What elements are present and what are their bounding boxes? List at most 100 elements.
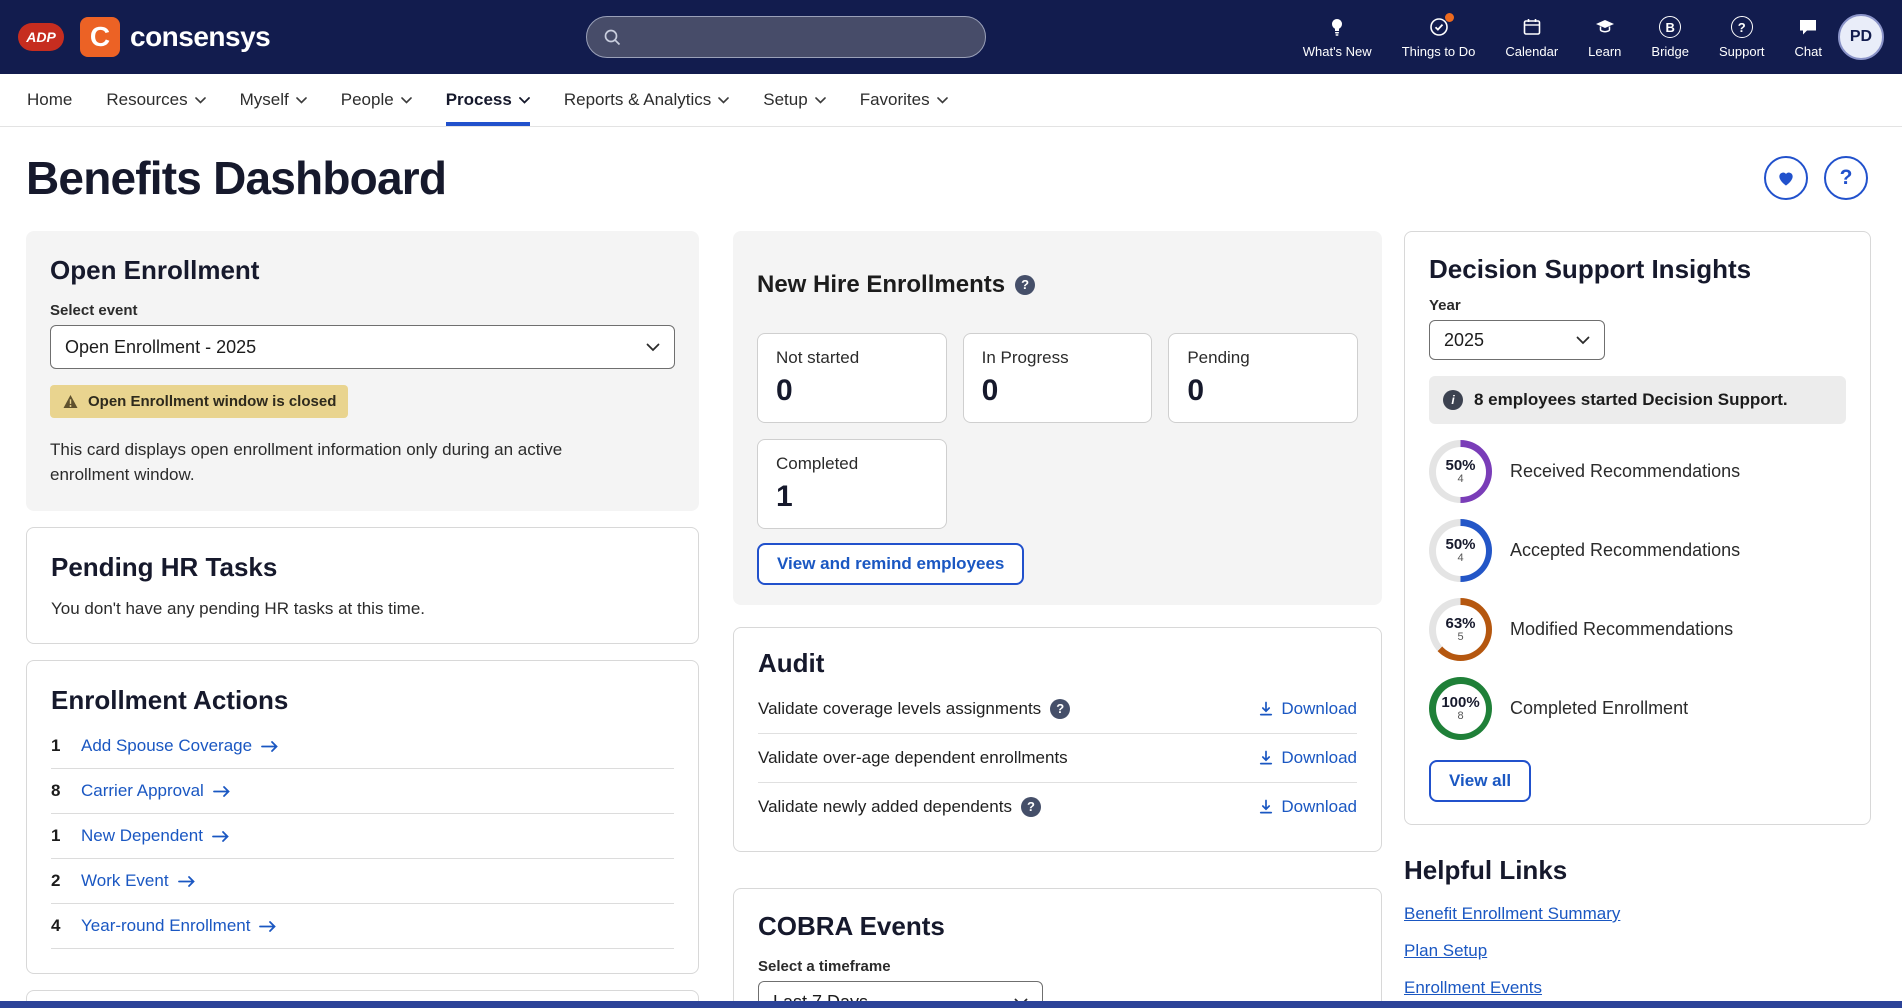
stat-count: 8 [1457, 711, 1463, 723]
progress-ring: 63% 5 [1429, 598, 1492, 661]
progress-ring: 100% 8 [1429, 677, 1492, 740]
enrollment-action-link[interactable]: Carrier Approval [81, 781, 231, 801]
open-enrollment-title: Open Enrollment [50, 255, 675, 286]
search-icon [603, 28, 621, 46]
decision-stat-row: 100% 8 Completed Enrollment [1429, 677, 1846, 740]
open-enrollment-card: Open Enrollment Select event Open Enroll… [26, 231, 699, 511]
download-link[interactable]: Download [1258, 699, 1357, 719]
whats-new-label: What's New [1303, 44, 1372, 59]
calendar-button[interactable]: Calendar [1505, 15, 1558, 59]
brand-area: ADP C consensys [18, 17, 270, 57]
consensys-logo: C consensys [80, 17, 270, 57]
things-to-do-button[interactable]: Things to Do [1402, 15, 1476, 59]
audit-row: Validate over-age dependent enrollments … [758, 734, 1357, 783]
action-count: 4 [51, 916, 81, 936]
footer-bar [0, 1001, 1902, 1008]
year-select[interactable]: 2025 [1429, 320, 1605, 360]
learn-button[interactable]: Learn [1588, 15, 1621, 59]
help-icon[interactable]: ? [1050, 699, 1070, 719]
chevron-down-icon [937, 97, 948, 104]
enrollment-action-link[interactable]: New Dependent [81, 826, 230, 846]
helpful-link[interactable]: Benefit Enrollment Summary [1404, 904, 1871, 924]
tile-value: 0 [776, 374, 928, 408]
enrollment-action-row: 1 New Dependent [51, 814, 674, 859]
enrollment-action-row: 2 Work Event [51, 859, 674, 904]
lightbulb-icon [1326, 15, 1348, 39]
enrollment-action-link[interactable]: Work Event [81, 871, 196, 891]
view-all-button[interactable]: View all [1429, 760, 1531, 802]
enrollment-status-tile: Not started 0 [757, 333, 947, 423]
timeframe-label: Select a timeframe [758, 958, 1357, 975]
audit-row-label: Validate newly added dependents ? [758, 797, 1041, 817]
nav-item-process[interactable]: Process [446, 74, 530, 126]
helpful-link[interactable]: Enrollment Events [1404, 978, 1871, 998]
stat-count: 4 [1457, 553, 1463, 565]
question-icon: ? [1840, 166, 1853, 190]
page-help-button[interactable]: ? [1824, 156, 1868, 200]
download-link[interactable]: Download [1258, 797, 1357, 817]
main-nav: Home Resources Myself People Process Rep… [0, 74, 1902, 127]
view-remind-employees-button[interactable]: View and remind employees [757, 543, 1024, 585]
enrollment-actions-list: 1 Add Spouse Coverage 8 Carrier Approval [51, 724, 674, 949]
page-title: Benefits Dashboard [26, 151, 446, 205]
help-icon[interactable]: ? [1021, 797, 1041, 817]
search-input[interactable] [631, 27, 969, 47]
enrollment-actions-title: Enrollment Actions [51, 685, 674, 716]
app-header: ADP C consensys What's New Things to Do [0, 0, 1902, 74]
action-count: 1 [51, 736, 81, 756]
enrollment-action-link[interactable]: Add Spouse Coverage [81, 736, 279, 756]
select-event-label: Select event [50, 302, 675, 319]
decision-support-info-banner: i 8 employees started Decision Support. [1429, 376, 1846, 424]
bridge-icon: B [1659, 15, 1681, 39]
whats-new-button[interactable]: What's New [1303, 15, 1372, 59]
chevron-down-icon [195, 97, 206, 104]
arrow-right-icon [213, 785, 231, 798]
calendar-icon [1521, 15, 1543, 39]
chevron-down-icon [1576, 336, 1590, 345]
decision-stats-list: 50% 4 Received Recommendations 50% 4 [1429, 440, 1846, 740]
helpful-link[interactable]: Plan Setup [1404, 941, 1871, 961]
new-hire-enrollments-title: New Hire Enrollments [757, 271, 1005, 299]
decision-stat-row: 63% 5 Modified Recommendations [1429, 598, 1846, 661]
enrollment-action-link[interactable]: Year-round Enrollment [81, 916, 277, 936]
nav-item-favorites[interactable]: Favorites [860, 74, 948, 126]
tile-value: 0 [982, 374, 1134, 408]
things-to-do-label: Things to Do [1402, 44, 1476, 59]
user-avatar[interactable]: PD [1838, 14, 1884, 60]
nav-item-home[interactable]: Home [27, 74, 72, 126]
tile-label: Completed [776, 454, 928, 474]
favorite-page-button[interactable] [1764, 156, 1808, 200]
bridge-label: Bridge [1651, 44, 1689, 59]
stat-label: Modified Recommendations [1510, 619, 1733, 640]
calendar-label: Calendar [1505, 44, 1558, 59]
info-icon: i [1443, 390, 1463, 410]
year-label: Year [1429, 297, 1846, 314]
nav-item-setup[interactable]: Setup [763, 74, 825, 126]
event-select[interactable]: Open Enrollment - 2025 [50, 325, 675, 369]
decision-stat-row: 50% 4 Accepted Recommendations [1429, 519, 1846, 582]
helpful-links-list: Benefit Enrollment Summary Plan Setup En… [1404, 904, 1871, 998]
chevron-down-icon [815, 97, 826, 104]
stat-percent: 63% [1445, 616, 1475, 632]
nav-item-reports-analytics[interactable]: Reports & Analytics [564, 74, 729, 126]
support-button[interactable]: ? Support [1719, 15, 1765, 59]
enrollment-status-tile: Pending 0 [1168, 333, 1358, 423]
support-label: Support [1719, 44, 1765, 59]
download-icon [1258, 750, 1274, 766]
enrollment-action-row: 1 Add Spouse Coverage [51, 724, 674, 769]
bridge-button[interactable]: B Bridge [1651, 15, 1689, 59]
audit-row-label: Validate over-age dependent enrollments … [758, 748, 1068, 768]
download-link[interactable]: Download [1258, 748, 1357, 768]
nav-item-people[interactable]: People [341, 74, 412, 126]
help-icon[interactable]: ? [1015, 275, 1035, 295]
stat-count: 4 [1457, 474, 1463, 486]
nav-item-myself[interactable]: Myself [240, 74, 307, 126]
consensys-logo-text: consensys [130, 21, 270, 53]
chat-button[interactable]: Chat [1795, 15, 1822, 59]
tile-label: Not started [776, 348, 928, 368]
question-circle-icon: ? [1731, 15, 1753, 39]
nav-item-resources[interactable]: Resources [106, 74, 205, 126]
arrow-right-icon [178, 875, 196, 888]
audit-list: Validate coverage levels assignments ? D… [758, 685, 1357, 831]
search-bar[interactable] [586, 16, 986, 58]
